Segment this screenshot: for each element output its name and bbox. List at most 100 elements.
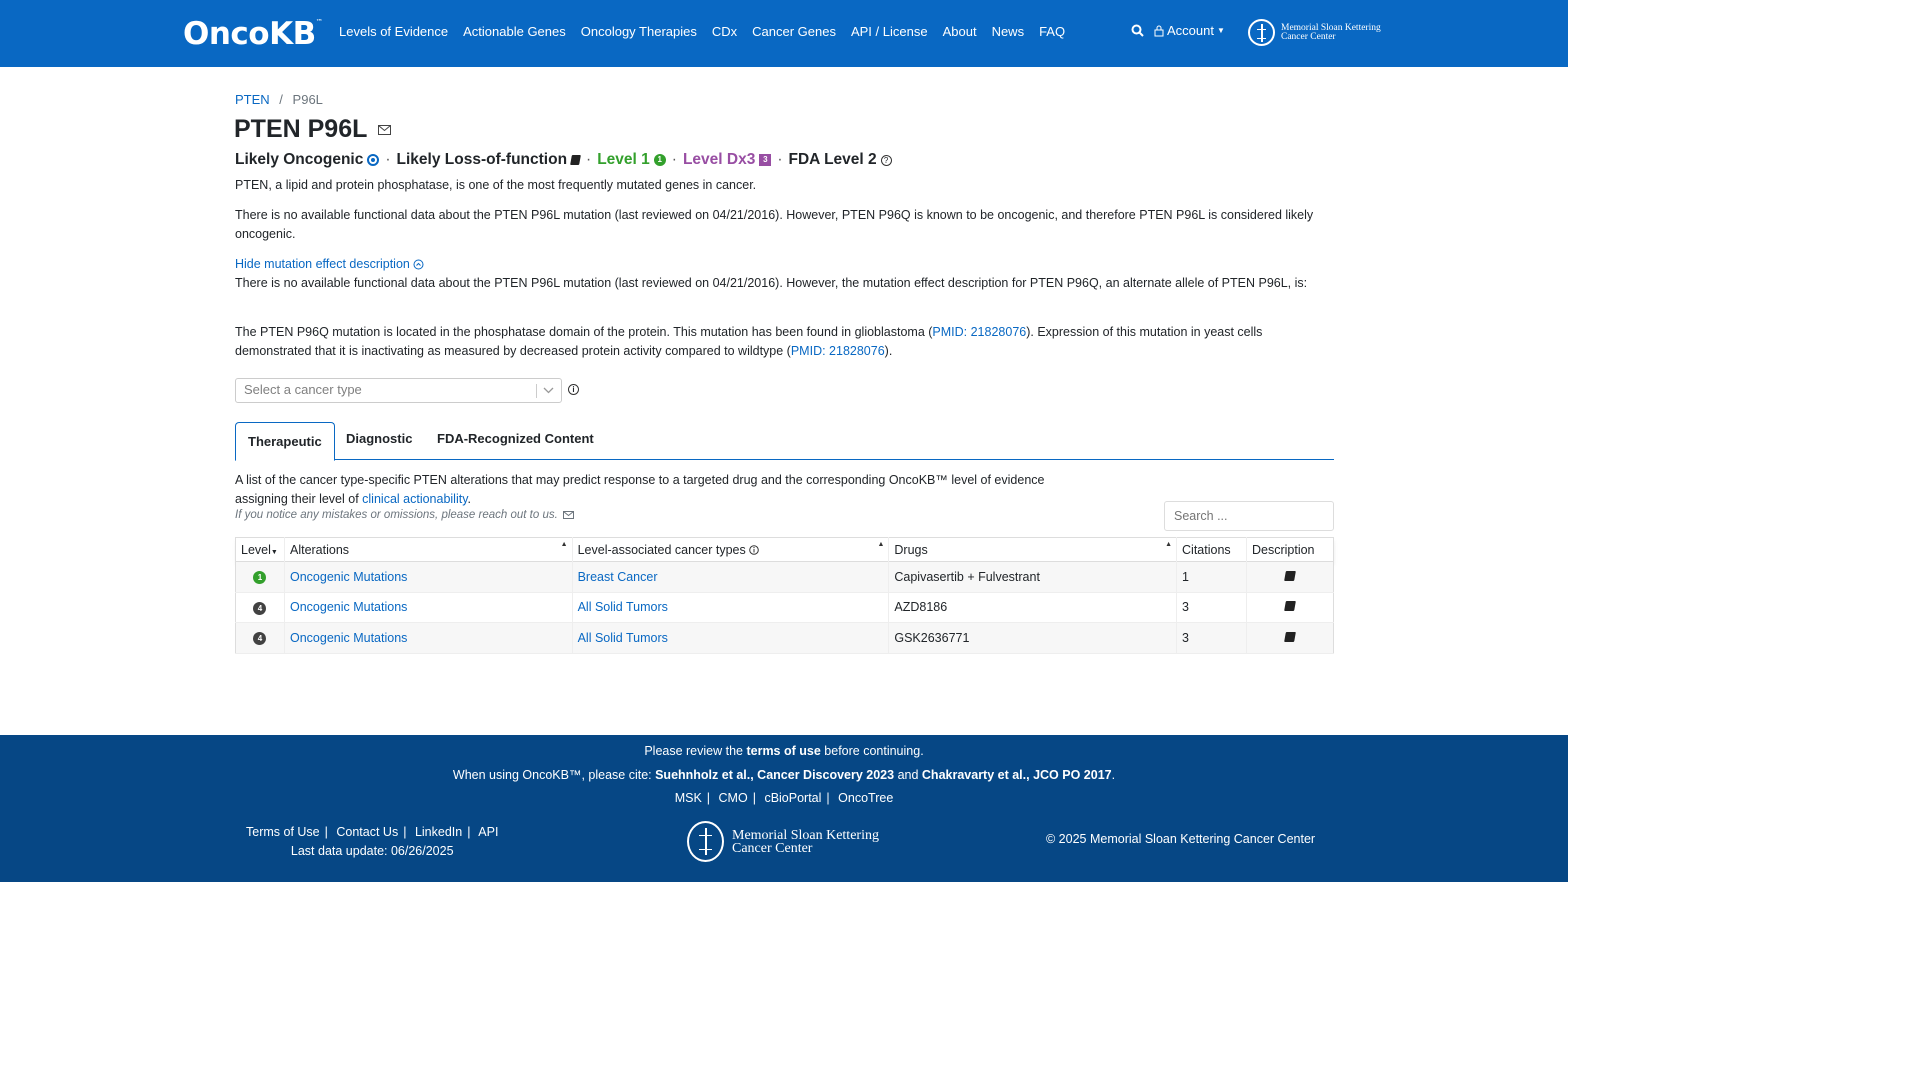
- table-search-input[interactable]: [1164, 501, 1334, 531]
- main-nav: Levels of Evidence Actionable Genes Onco…: [339, 24, 1065, 39]
- mutation-effect-toggle[interactable]: Hide mutation effect description: [235, 255, 1325, 274]
- tab-diagnostic[interactable]: Diagnostic: [334, 422, 424, 460]
- nav-about[interactable]: About: [943, 24, 977, 39]
- mail-icon[interactable]: [563, 510, 575, 519]
- chevron-up-circle-icon: [413, 259, 424, 270]
- search-icon[interactable]: [1131, 24, 1144, 37]
- info-icon[interactable]: i: [568, 384, 579, 395]
- description-cell: [1246, 592, 1334, 623]
- table-row: 1 Oncogenic Mutations Breast Cancer Capivas…: [235, 561, 1334, 593]
- account-menu[interactable]: Account ▼: [1154, 23, 1225, 38]
- cancer-type-cell: Breast Cancer: [572, 561, 890, 593]
- level-cell: 4: [235, 592, 285, 623]
- tab-therapeutic[interactable]: Therapeutic: [235, 422, 335, 461]
- footer-link-cbioportal[interactable]: cBioPortal: [764, 791, 821, 805]
- level-dx3-icon: 3: [759, 154, 772, 166]
- footer-link-cmo[interactable]: CMO: [719, 791, 748, 805]
- description-cell: [1246, 561, 1334, 593]
- alteration-link[interactable]: Oncogenic Mutations: [290, 600, 407, 614]
- select-divider: [536, 384, 537, 398]
- info-icon[interactable]: [749, 545, 760, 556]
- footer-link-oncotree[interactable]: OncoTree: [838, 791, 893, 805]
- clinical-actionability-link[interactable]: clinical actionability: [362, 492, 467, 506]
- column-alterations[interactable]: Alterations ▲: [284, 537, 573, 562]
- footer-link-api[interactable]: API: [478, 825, 498, 839]
- cancer-type-cell: All Solid Tumors: [572, 622, 890, 654]
- oncokb-logo[interactable]: OncoKB™: [183, 16, 323, 52]
- account-label: Account: [1167, 23, 1214, 38]
- footer-link-msk[interactable]: MSK: [675, 791, 702, 805]
- column-citations[interactable]: Citations: [1176, 537, 1247, 562]
- citations-cell[interactable]: 3: [1176, 592, 1247, 623]
- cancer-type-placeholder: Select a cancer type: [244, 382, 362, 397]
- caret-down-icon: ▼: [1216, 26, 1225, 35]
- book-icon[interactable]: [1284, 570, 1296, 581]
- evidence-tabs: Therapeutic Diagnostic FDA-Recognized Co…: [235, 422, 1334, 461]
- cancer-type-link[interactable]: All Solid Tumors: [578, 631, 668, 645]
- column-cancer-types[interactable]: Level-associated cancer types ▲: [572, 537, 890, 562]
- terms-of-use-link[interactable]: terms of use: [746, 744, 820, 758]
- nav-api-license[interactable]: API / License: [851, 24, 928, 39]
- feedback-note: If you notice any mistakes or omissions,…: [235, 509, 575, 521]
- citation-link[interactable]: Suehnholz et al., Cancer Discovery 2023: [655, 768, 894, 782]
- level-cell: 1: [235, 561, 285, 593]
- footer-link-contact[interactable]: Contact Us: [336, 825, 398, 839]
- nav-cancer-genes[interactable]: Cancer Genes: [752, 24, 836, 39]
- nav-news[interactable]: News: [992, 24, 1025, 39]
- breadcrumb-alteration: P96L: [292, 92, 323, 107]
- dx-level-label[interactable]: Level Dx3: [683, 151, 755, 169]
- column-drugs[interactable]: Drugs ▲: [888, 537, 1178, 562]
- msk-logo-text: Memorial Sloan Kettering Cancer Center: [1281, 22, 1381, 42]
- citations-cell[interactable]: 1: [1176, 561, 1247, 593]
- nav-oncology-therapies[interactable]: Oncology Therapies: [581, 24, 697, 39]
- book-icon[interactable]: [1284, 601, 1296, 612]
- msk-emblem-icon: [1248, 19, 1275, 46]
- level-badge-icon: 4: [253, 632, 267, 646]
- sort-up-icon: ▲: [560, 541, 568, 548]
- separator-dot: ·: [671, 151, 677, 168]
- cancer-type-link[interactable]: Breast Cancer: [578, 570, 658, 584]
- mutation-effect-detail: The PTEN P96Q mutation is located in the…: [235, 325, 1263, 358]
- alteration-link[interactable]: Oncogenic Mutations: [290, 631, 407, 645]
- tab-fda-recognized-content[interactable]: FDA-Recognized Content: [425, 422, 606, 460]
- mail-icon[interactable]: [377, 125, 391, 136]
- last-data-update: Last data update: 06/26/2025: [290, 843, 454, 858]
- cancer-type-link[interactable]: All Solid Tumors: [578, 600, 668, 614]
- lock-icon: [1154, 25, 1164, 36]
- nav-cdx[interactable]: CDx: [712, 24, 737, 39]
- nav-faq[interactable]: FAQ: [1039, 24, 1065, 39]
- book-icon[interactable]: [570, 155, 581, 165]
- alteration-cell: Oncogenic Mutations: [284, 561, 573, 593]
- msk-logo[interactable]: Memorial Sloan Kettering Cancer Center: [1248, 19, 1381, 46]
- breadcrumb-gene[interactable]: PTEN: [235, 92, 270, 107]
- oncogenicity-label: Likely Oncogenic: [235, 151, 364, 168]
- citation-link[interactable]: Chakravarty et al., JCO PO 2017: [922, 768, 1112, 782]
- separator-dot: ·: [385, 151, 391, 168]
- pmid-link[interactable]: PMID: 21828076: [932, 325, 1026, 339]
- drugs-cell: Capivasertib + Fulvestrant: [888, 561, 1178, 593]
- citations-cell[interactable]: 3: [1176, 622, 1247, 654]
- level-badge-icon: 1: [253, 571, 267, 585]
- alteration-cell: Oncogenic Mutations: [284, 592, 573, 623]
- mutation-effect-description: There is no available functional data ab…: [235, 276, 1308, 290]
- footer-link-terms[interactable]: Terms of Use: [246, 825, 320, 839]
- pmid-link[interactable]: PMID: 21828076: [791, 344, 885, 358]
- nav-levels-of-evidence[interactable]: Levels of Evidence: [339, 24, 448, 39]
- column-level[interactable]: Level▼: [235, 537, 285, 562]
- cancer-type-select[interactable]: Select a cancer type: [235, 378, 562, 403]
- book-icon[interactable]: [1284, 631, 1296, 642]
- footer-link-linkedin[interactable]: LinkedIn: [415, 825, 462, 839]
- column-description: Description: [1251, 542, 1315, 557]
- footer-left: Terms of Use | Contact Us | LinkedIn | API …: [246, 823, 498, 860]
- cancer-type-cell: All Solid Tumors: [572, 592, 890, 623]
- nav-actionable-genes[interactable]: Actionable Genes: [463, 24, 566, 39]
- footer: Please review the terms of use before co…: [0, 735, 1568, 882]
- top-navbar: OncoKB™ Levels of Evidence Actionable Ge…: [0, 0, 1568, 67]
- terms-notice: Please review the terms of use before co…: [644, 744, 924, 758]
- highest-level-label[interactable]: Level 1: [597, 151, 650, 169]
- level-badge-icon: 4: [253, 601, 267, 615]
- help-icon[interactable]: ?: [880, 154, 892, 166]
- footer-msk-logo[interactable]: Memorial Sloan Kettering Cancer Center: [687, 821, 879, 862]
- alteration-link[interactable]: Oncogenic Mutations: [290, 570, 407, 584]
- table-header-row: Level▼ Alterations ▲ Level-associated can…: [235, 537, 1334, 562]
